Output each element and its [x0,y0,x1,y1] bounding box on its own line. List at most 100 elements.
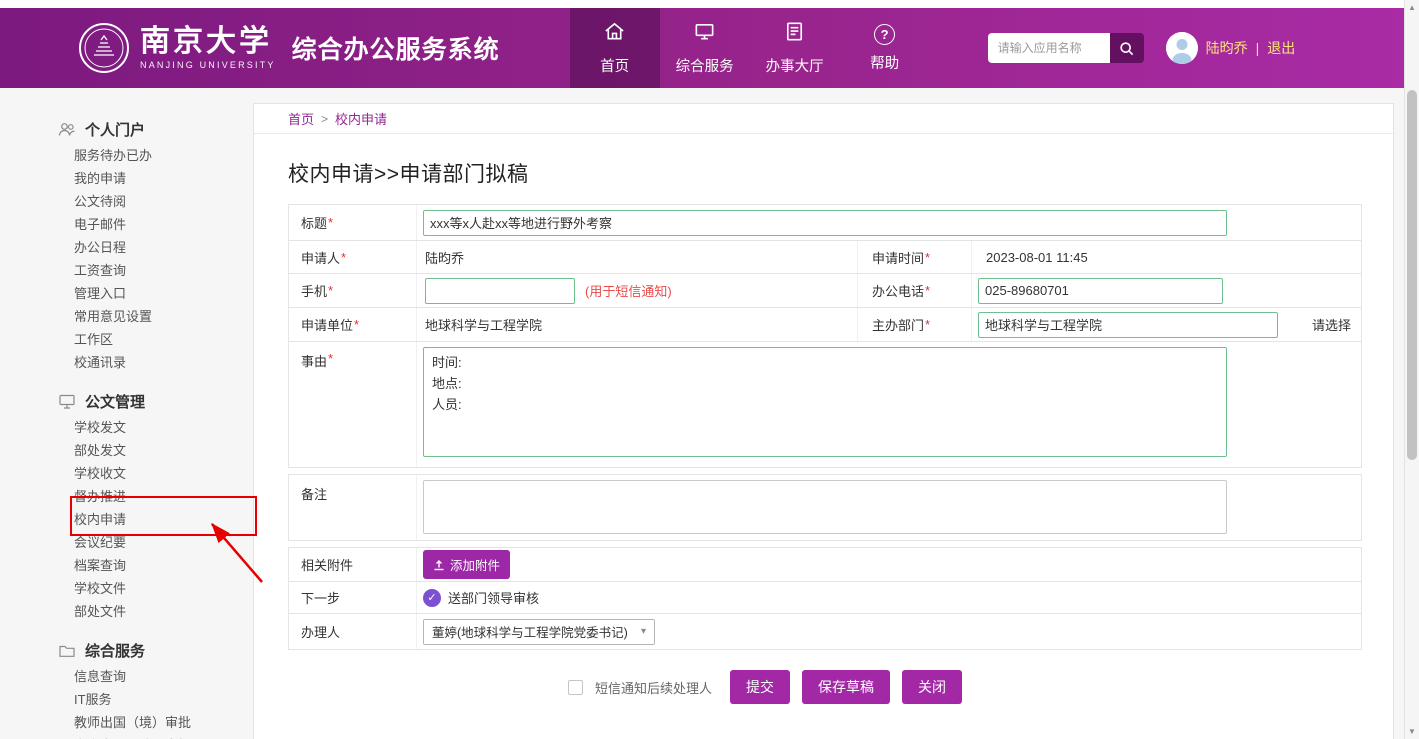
field-label-title: 标题* [289,205,417,240]
sidebar-item-workspace[interactable]: 工作区 [0,328,253,351]
breadcrumb: 首页 > 校内申请 [254,104,1393,134]
people-icon [58,121,76,138]
field-label-attachment: 相关附件 [289,548,417,581]
host-dept-input[interactable] [978,312,1278,338]
sidebar-item-opinion-settings[interactable]: 常用意见设置 [0,305,253,328]
scroll-up-icon[interactable]: ▲ [1405,3,1419,12]
nav-label: 综合服务 [676,55,734,76]
sidebar-item-meeting-minutes[interactable]: 会议纪要 [0,531,253,554]
scrollbar-thumb[interactable] [1407,90,1417,460]
reason-textarea[interactable]: 时间: 地点: 人员: [423,347,1227,457]
title-input[interactable] [423,210,1227,236]
field-label-mobile: 手机* [289,274,417,307]
nav-item-services[interactable]: 综合服务 [660,8,750,88]
logout-link[interactable]: 退出 [1267,38,1295,58]
sidebar-item-directory[interactable]: 校通讯录 [0,351,253,374]
field-label-handler: 办理人 [289,614,417,649]
handler-select[interactable]: 董婷(地球科学与工程学院党委书记) ▾ [423,619,655,645]
sidebar-section-documents: 公文管理 学校发文 部处发文 学校收文 督办推进 校内申请 会议纪要 档案查询 … [0,386,253,623]
upload-icon [433,559,445,571]
field-label-apply-unit: 申请单位* [289,308,417,341]
form-row-next-step: 下一步 ✓ 送部门领导审核 [289,582,1361,614]
nav-item-service-hall[interactable]: 办事大厅 [750,8,840,88]
search-button[interactable] [1110,33,1144,63]
sidebar-item-dept-dispatch[interactable]: 部处发文 [0,439,253,462]
sidebar-item-schedule[interactable]: 办公日程 [0,236,253,259]
sms-notify-label: 短信通知后续处理人 [595,678,712,697]
person-icon [1166,32,1198,64]
form-row-handler: 办理人 董婷(地球科学与工程学院党委书记) ▾ [289,614,1361,650]
sidebar-section-personal: 个人门户 服务待办已办 我的申请 公文待阅 电子邮件 办公日程 工资查询 管理入… [0,114,253,374]
sidebar-item-school-files[interactable]: 学校文件 [0,577,253,600]
sidebar-item-info-search[interactable]: 信息查询 [0,665,253,688]
form-row-title: 标题* [289,205,1361,241]
sidebar-item-school-dispatch[interactable]: 学校发文 [0,416,253,439]
form-row-unit: 申请单位* 地球科学与工程学院 主办部门* 请选择 [289,308,1361,342]
sidebar-item-campus-application[interactable]: 校内申请 [0,508,253,531]
sidebar-item-salary[interactable]: 工资查询 [0,259,253,282]
submit-button[interactable]: 提交 [730,670,790,704]
nav-label: 帮助 [870,52,899,73]
apply-unit-value: 地球科学与工程学院 [417,308,857,341]
form-row-mobile: 手机* (用于短信通知) 办公电话* [289,274,1361,308]
search-input[interactable] [988,33,1110,63]
next-step-option-label: 送部门领导审核 [448,588,539,607]
brand: 南京大学 NANJING UNIVERSITY 综合办公服务系统 [78,22,500,74]
main-nav: 首页 综合服务 办事大厅 ? 帮助 [570,8,930,88]
form-row-applicant: 申请人* 陆昀乔 申请时间* 2023-08-01 11:45 [289,241,1361,274]
office-phone-input[interactable] [978,278,1223,304]
chevron-down-icon: ▾ [641,626,646,637]
sidebar-section-title: 个人门户 [0,114,253,144]
page-title: 校内申请>>申请部门拟稿 [288,158,1393,188]
form-block-actions: 相关附件 添加附件 下一 [288,547,1362,650]
sidebar-item-archive-search[interactable]: 档案查询 [0,554,253,577]
scrollbar[interactable]: ▲ ▼ [1404,0,1419,739]
save-draft-button[interactable]: 保存草稿 [802,670,890,704]
sidebar-item-student-abroad[interactable]: 学生出国（境）审批 [0,734,253,739]
sidebar-item-supervision[interactable]: 督办推进 [0,485,253,508]
sidebar-item-admin-entry[interactable]: 管理入口 [0,282,253,305]
applicant-value: 陆昀乔 [417,241,857,273]
page: 南京大学 NANJING UNIVERSITY 综合办公服务系统 首页 [0,0,1419,739]
next-step-checked-icon[interactable]: ✓ [423,589,441,607]
search-icon [1118,40,1135,57]
field-label-remark: 备注 [289,475,417,540]
home-icon [603,20,626,48]
university-name: 南京大学 [140,27,276,57]
apply-time-value: 2023-08-01 11:45 [972,241,1361,273]
sms-notify-checkbox[interactable] [568,680,583,695]
university-seal-icon [78,22,130,74]
sidebar-item-docs-to-read[interactable]: 公文待阅 [0,190,253,213]
monitor-icon [693,20,716,48]
add-attachment-button[interactable]: 添加附件 [423,550,510,579]
scroll-down-icon[interactable]: ▼ [1405,727,1419,736]
breadcrumb-home[interactable]: 首页 [288,109,314,128]
sidebar-item-school-receive[interactable]: 学校收文 [0,462,253,485]
sidebar-item-dept-files[interactable]: 部处文件 [0,600,253,623]
form-block-remark: 备注 [288,474,1362,541]
sidebar-item-it-service[interactable]: IT服务 [0,688,253,711]
nav-item-home[interactable]: 首页 [570,8,660,88]
form-footer: 短信通知后续处理人 提交 保存草稿 关闭 [228,670,1302,704]
sidebar-section-title: 综合服务 [0,635,253,665]
user-separator: | [1256,40,1260,56]
field-label-applicant: 申请人* [289,241,417,273]
sidebar-item-my-applications[interactable]: 我的申请 [0,167,253,190]
host-dept-choose-link[interactable]: 请选择 [1312,315,1351,334]
mobile-sms-hint: (用于短信通知) [585,281,672,300]
document-icon [783,20,806,48]
sidebar-section-title: 公文管理 [0,386,253,416]
avatar[interactable] [1166,32,1198,64]
sidebar-item-teacher-abroad[interactable]: 教师出国（境）审批 [0,711,253,734]
nav-item-help[interactable]: ? 帮助 [840,8,930,88]
help-icon: ? [874,24,895,45]
sidebar-item-email[interactable]: 电子邮件 [0,213,253,236]
sidebar-section-services: 综合服务 信息查询 IT服务 教师出国（境）审批 学生出国（境）审批 [0,635,253,739]
remark-textarea[interactable] [423,480,1227,534]
user-area: 陆昀乔 | 退出 [1166,32,1296,64]
close-button[interactable]: 关闭 [902,670,962,704]
sidebar-item-todo[interactable]: 服务待办已办 [0,144,253,167]
form-row-attachment: 相关附件 添加附件 [289,548,1361,582]
breadcrumb-current[interactable]: 校内申请 [335,109,387,128]
mobile-input[interactable] [425,278,575,304]
